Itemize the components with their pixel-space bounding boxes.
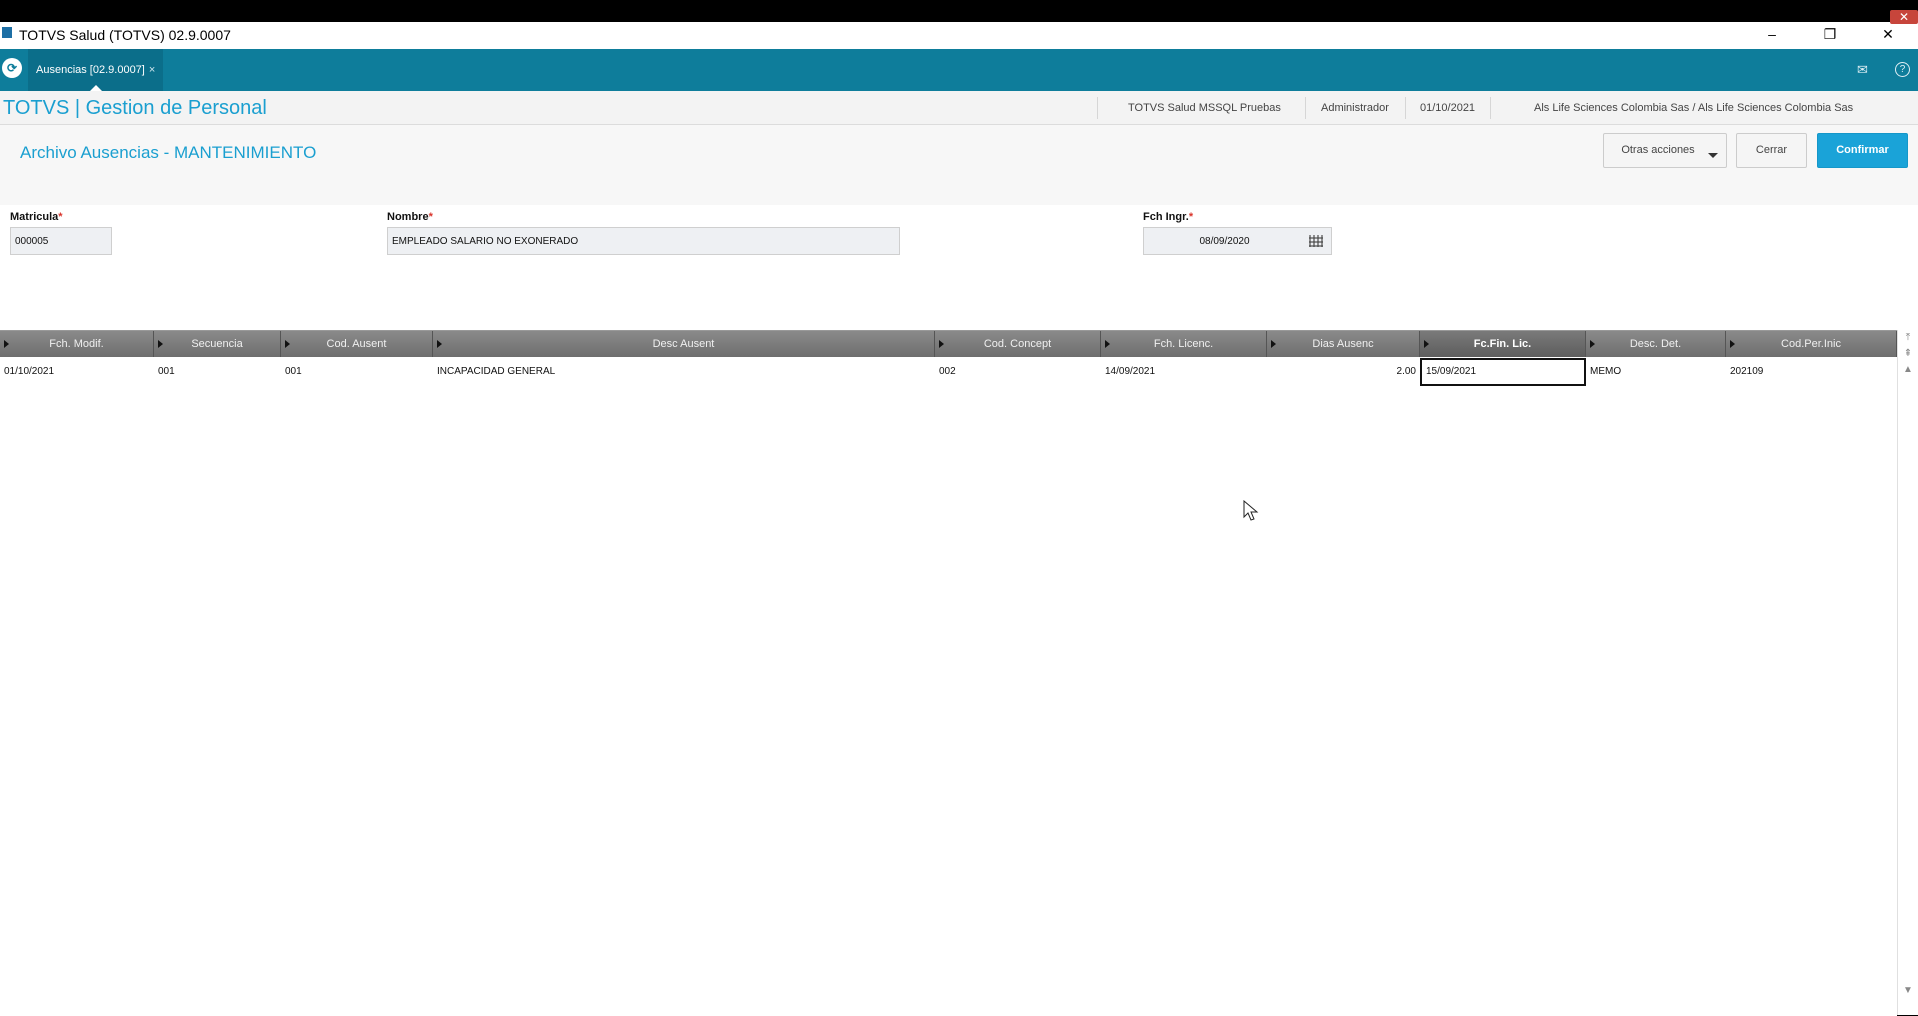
minimize-button[interactable]: – [1760,24,1784,44]
nombre-label: Nombre* [387,211,433,223]
cell-fch-modif[interactable]: 01/10/2021 [0,358,154,386]
title-bar: TOTVS Salud (TOTVS) 02.9.0007 – ❐ ✕ ✕ [0,10,1918,49]
scroll-top-icon[interactable]: ⤒ [1903,332,1913,343]
employee-form: Matricula* 000005 Nombre* EMPLEADO SALAR… [0,205,1918,295]
column-header[interactable]: Cod. Ausent [281,331,433,357]
cell-secuencia[interactable]: 001 [154,358,281,386]
column-header[interactable]: Desc Ausent [433,331,935,357]
cell-desc-det[interactable]: MEMO [1586,358,1726,386]
column-header[interactable]: Desc. Det. [1586,331,1726,357]
tab-label: Ausencias [02.9.0007] [36,64,145,76]
divider [1405,97,1406,119]
window-title: TOTVS Salud (TOTVS) 02.9.0007 [19,27,231,43]
column-arrow-icon [1590,340,1595,348]
column-header[interactable]: Cod. Concept [935,331,1101,357]
column-arrow-icon [939,340,944,348]
cell-fch-licenc[interactable]: 14/09/2021 [1101,358,1267,386]
mouse-cursor-icon [1243,500,1259,521]
column-header[interactable]: Cod.Per.Inic [1726,331,1897,357]
close-button[interactable]: ✕ [1876,24,1900,44]
table-row[interactable]: 01/10/2021 001 001 INCAPACIDAD GENERAL 0… [0,358,1897,386]
cell-cod-per-inic[interactable]: 202109 [1726,358,1897,386]
column-arrow-icon [158,340,163,348]
confirm-button[interactable]: Confirmar [1817,133,1908,168]
column-arrow-icon [1730,340,1735,348]
column-header[interactable]: Fch. Modif. [0,331,154,357]
column-arrow-icon [1424,340,1429,348]
scroll-page-up-icon[interactable]: ⇞ [1903,348,1913,359]
page-title: Archivo Ausencias - MANTENIMIENTO [20,143,317,162]
grid-scrollbar[interactable]: ⤒ ⇞ ▲ ▼ [1897,330,1918,1015]
user-label: Administrador [1321,102,1389,114]
cell-desc-ausent[interactable]: INCAPACIDAD GENERAL [433,358,935,386]
app-header: TOTVS | Gestion de Personal TOTVS Salud … [0,91,1918,125]
column-arrow-icon [437,340,442,348]
scroll-down-icon[interactable]: ▼ [1903,985,1913,996]
date-label: 01/10/2021 [1420,102,1476,114]
column-arrow-icon [1105,340,1110,348]
chevron-down-icon [1708,153,1718,158]
close-red-icon[interactable]: ✕ [1890,10,1918,24]
app-window: TOTVS Salud (TOTVS) 02.9.0007 – ❐ ✕ ✕ ⟳ … [0,10,1918,1016]
fch-ingr-field[interactable]: 08/09/2020 [1143,227,1332,255]
matricula-field[interactable]: 000005 [10,227,112,255]
cell-cod-ausent[interactable]: 001 [281,358,433,386]
cell-dias-ausenc[interactable]: 2.00 [1267,358,1420,386]
company-label: Als Life Sciences Colombia Sas / Als Lif… [1534,102,1854,114]
help-icon[interactable]: ? [1895,62,1910,77]
close-page-button[interactable]: Cerrar [1736,133,1807,168]
cell-fc-fin-lic[interactable]: 15/09/2021 [1420,358,1586,386]
absences-grid: Fch. Modif. Secuencia Cod. Ausent Desc A… [0,330,1897,1016]
tab-close-icon[interactable]: × [149,64,155,76]
totvs-logo-icon[interactable]: ⟳ [2,58,22,78]
page-title-row: Archivo Ausencias - MANTENIMIENTO Otras … [0,125,1918,205]
column-arrow-icon [285,340,290,348]
brand-title: TOTVS | Gestion de Personal [3,97,267,119]
column-arrow-icon [1271,340,1276,348]
divider [1490,97,1491,119]
environment-label: TOTVS Salud MSSQL Pruebas [1128,102,1281,114]
restore-button[interactable]: ❐ [1818,24,1842,44]
scroll-up-icon[interactable]: ▲ [1903,364,1913,375]
divider [1097,97,1098,119]
column-header-active[interactable]: Fc.Fin. Lic. [1420,331,1586,357]
tab-bar: ⟳ Ausencias [02.9.0007] × ✉ ? [0,49,1918,91]
grid-header: Fch. Modif. Secuencia Cod. Ausent Desc A… [0,331,1897,357]
fch-ingr-value: 08/09/2020 [1199,236,1250,247]
other-actions-button[interactable]: Otras acciones [1603,133,1727,168]
column-header[interactable]: Secuencia [154,331,281,357]
column-header[interactable]: Fch. Licenc. [1101,331,1267,357]
matricula-label: Matricula* [10,211,63,223]
mail-icon[interactable]: ✉ [1857,62,1868,78]
other-actions-label: Otras acciones [1621,144,1695,156]
calendar-icon[interactable] [1309,235,1323,247]
nombre-field[interactable]: EMPLEADO SALARIO NO EXONERADO [387,227,900,255]
column-arrow-icon [4,340,9,348]
fch-ingr-label: Fch Ingr.* [1143,211,1194,223]
divider [1305,97,1306,119]
cell-cod-concept[interactable]: 002 [935,358,1101,386]
column-header[interactable]: Dias Ausenc [1267,331,1420,357]
app-icon [2,27,12,38]
